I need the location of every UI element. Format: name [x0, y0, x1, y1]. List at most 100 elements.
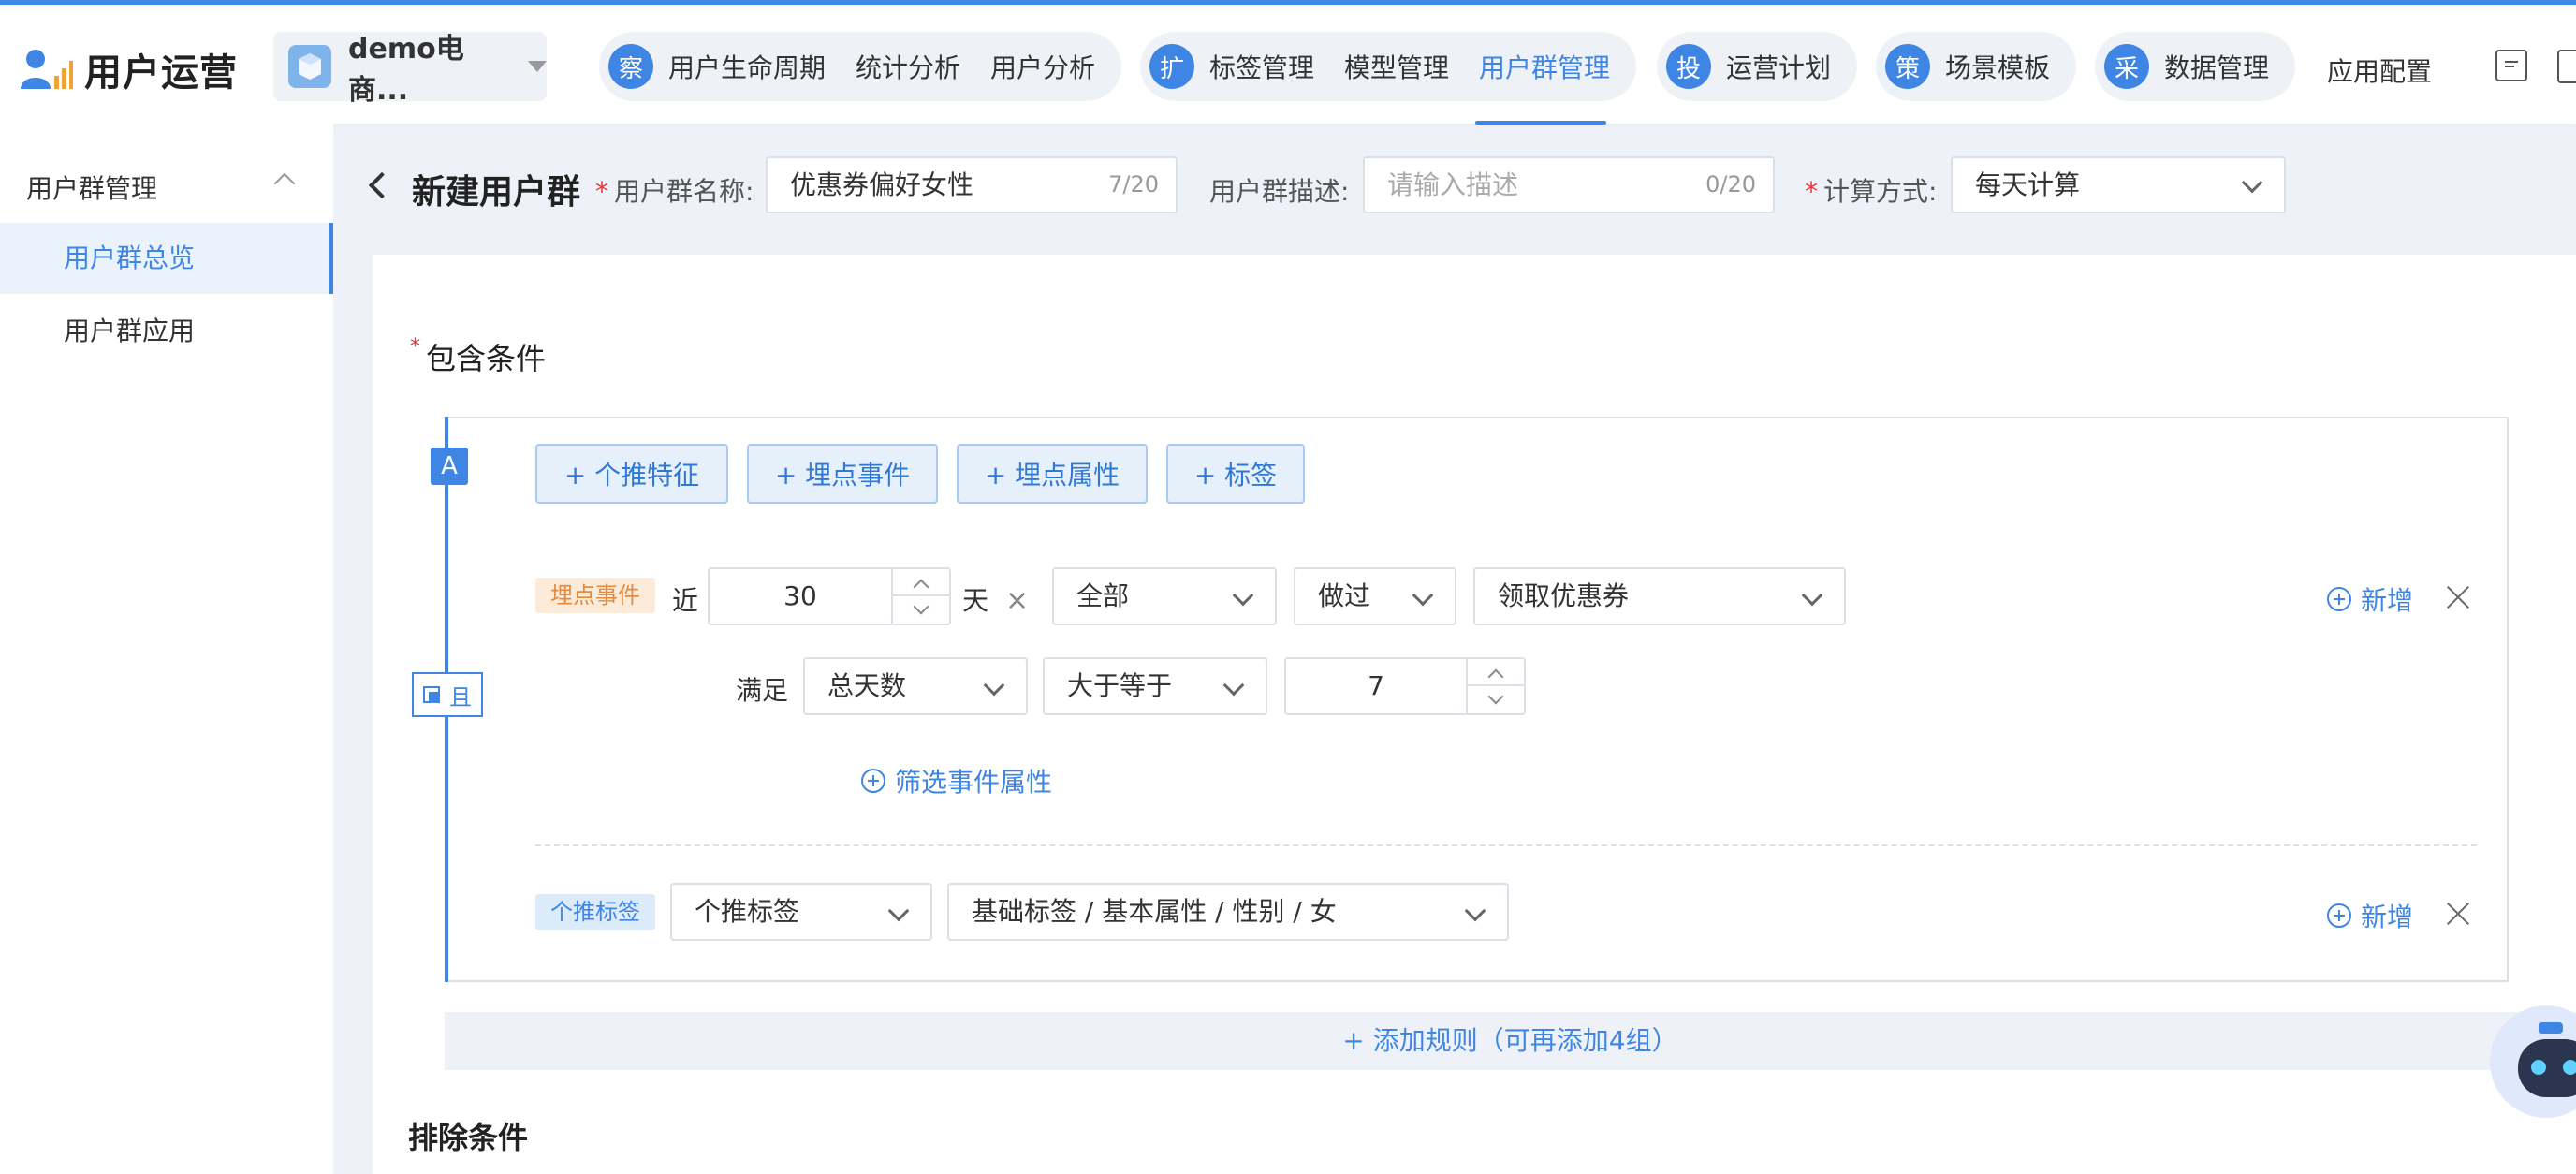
segment-name-label: * 用户群名称:: [595, 176, 754, 207]
required-mark: *: [410, 335, 420, 359]
calc-method-select[interactable]: 每天计算: [1951, 156, 2286, 213]
days-unit-label: 天: [962, 585, 989, 616]
rule-type-badge-tag: 个推标签: [535, 894, 655, 930]
days-value: 30: [783, 580, 817, 611]
event-scope-select[interactable]: 全部: [1052, 567, 1277, 625]
app-logo[interactable]: 用户运营: [21, 42, 238, 96]
back-arrow-icon[interactable]: [368, 171, 396, 199]
logic-and-toggle[interactable]: 且: [412, 672, 483, 717]
nav-item-user-analysis[interactable]: 用户分析: [990, 48, 1095, 85]
filter-event-property-link[interactable]: 筛选事件属性: [861, 762, 1052, 800]
satisfy-label: 满足: [736, 675, 789, 706]
add-tracking-property-button[interactable]: + 埋点属性: [957, 444, 1148, 504]
rule1-delete-icon[interactable]: [2445, 584, 2471, 610]
nav-item-app-config[interactable]: 应用配置: [2327, 51, 2432, 89]
clear-icon[interactable]: ×: [1005, 584, 1029, 617]
segment-name-input[interactable]: 优惠券偏好女性 7/20: [766, 156, 1178, 213]
nav-group-collect: 采 数据管理: [2095, 32, 2296, 101]
sidebar-item-segment-overview[interactable]: 用户群总览: [0, 223, 333, 294]
rule2-add-link[interactable]: 新增: [2327, 897, 2413, 934]
app-selector[interactable]: demo电商...: [273, 32, 547, 107]
chevron-down-icon: [1801, 584, 1823, 607]
decrement-button[interactable]: [1468, 686, 1524, 713]
rule2-add-label: 新增: [2361, 902, 2414, 932]
event-action-value: 做过: [1318, 580, 1371, 611]
document-icon[interactable]: [2496, 50, 2527, 81]
stepper-arrows: [891, 569, 949, 624]
sidebar-group-title[interactable]: 用户群管理: [26, 169, 157, 206]
nav-group-expand: 扩 标签管理 模型管理 用户群管理: [1140, 32, 1637, 101]
segment-desc-count: 0/20: [1705, 171, 1756, 198]
event-name-select[interactable]: 领取优惠券: [1473, 567, 1846, 625]
required-mark: *: [595, 176, 608, 207]
event-name-value: 领取优惠券: [1498, 580, 1630, 611]
nav-badge-expand: 扩: [1149, 44, 1194, 89]
nav-group-strategy: 策 场景模板: [1876, 32, 2077, 101]
cube-icon: [288, 45, 331, 88]
recent-prefix-label: 近: [672, 585, 699, 616]
operator-select[interactable]: 大于等于: [1043, 657, 1267, 715]
logic-and-label: 且: [449, 683, 472, 711]
nav-item-scene-templates[interactable]: 场景模板: [1945, 48, 2050, 85]
add-tracking-event-button[interactable]: + 埋点事件: [747, 444, 938, 504]
swap-logic-icon: [423, 686, 440, 703]
increment-button[interactable]: [1468, 659, 1524, 686]
event-scope-value: 全部: [1076, 580, 1130, 611]
metric-select[interactable]: 总天数: [803, 657, 1028, 715]
caret-down-icon: [528, 61, 547, 72]
sidebar-item-segment-apps[interactable]: 用户群应用: [0, 296, 333, 367]
chevron-up-icon[interactable]: [273, 172, 296, 195]
segment-name-value: 优惠券偏好女性: [790, 169, 974, 200]
threshold-stepper[interactable]: 7: [1284, 657, 1526, 715]
rule1-add-link[interactable]: 新增: [2327, 580, 2413, 618]
nav-badge-collect: 采: [2104, 44, 2149, 89]
chevron-up-icon: [1487, 668, 1504, 685]
page-title: 新建用户群: [412, 173, 581, 212]
tag-type-select[interactable]: 个推标签: [670, 883, 932, 941]
active-nav-underline: [1475, 121, 1606, 125]
include-conditions-title: * 包含条件: [410, 335, 547, 376]
event-action-select[interactable]: 做过: [1294, 567, 1456, 625]
chevron-down-icon: [1232, 584, 1254, 607]
days-stepper[interactable]: 30: [708, 567, 951, 625]
add-rule-button[interactable]: + 添加规则（可再添加4组）: [445, 1012, 2576, 1070]
grid-icon[interactable]: [2557, 50, 2576, 83]
chevron-down-icon: [1412, 584, 1434, 607]
nav-group-deliver: 投 运营计划: [1657, 32, 1858, 101]
nav-item-lifecycle[interactable]: 用户生命周期: [668, 48, 826, 85]
rule2-delete-icon[interactable]: [2445, 901, 2471, 927]
tag-type-value: 个推标签: [695, 896, 800, 927]
nav-item-campaign-plan[interactable]: 运营计划: [1726, 48, 1831, 85]
nav-item-data-management[interactable]: 数据管理: [2164, 48, 2269, 85]
tag-value: 基础标签 / 基本属性 / 性别 / 女: [972, 896, 1337, 927]
add-circle-icon: [861, 769, 886, 793]
nav-badge-deliver: 投: [1666, 44, 1711, 89]
decrement-button[interactable]: [893, 596, 949, 624]
nav-item-model-management[interactable]: 模型管理: [1344, 48, 1449, 85]
nav-item-segment-management[interactable]: 用户群管理: [1479, 48, 1610, 85]
chevron-up-icon: [913, 579, 929, 595]
nav-badge-strategy: 策: [1885, 44, 1930, 89]
filter-event-property-label: 筛选事件属性: [895, 767, 1053, 798]
calc-method-value: 每天计算: [1975, 169, 2081, 200]
robot-eye: [2531, 1060, 2546, 1075]
increment-button[interactable]: [893, 569, 949, 596]
chevron-down-icon: [983, 674, 1005, 697]
rule-divider: [535, 844, 2477, 846]
group-letter-badge: A: [431, 448, 468, 485]
chevron-down-icon: [1464, 900, 1486, 922]
nav-item-tag-management[interactable]: 标签管理: [1209, 48, 1314, 85]
add-circle-icon: [2327, 903, 2351, 928]
calc-method-label: * 计算方式:: [1805, 176, 1938, 207]
app-selector-label: demo电商...: [348, 33, 464, 107]
tag-value-select[interactable]: 基础标签 / 基本属性 / 性别 / 女: [947, 883, 1509, 941]
add-tag-button[interactable]: + 标签: [1166, 444, 1305, 504]
threshold-value: 7: [1368, 670, 1384, 701]
chevron-down-icon: [913, 598, 929, 615]
nav-item-statistics[interactable]: 统计分析: [856, 48, 960, 85]
rule1-add-label: 新增: [2361, 585, 2414, 616]
top-header: 用户运营 demo电商... 察 用户生命周期 统计分析 用户分析 扩 标签管理…: [0, 5, 2576, 125]
app-title: 用户运营: [84, 51, 238, 95]
segment-desc-input[interactable]: 请输入描述 0/20: [1363, 156, 1775, 213]
add-getui-feature-button[interactable]: + 个推特征: [535, 444, 728, 504]
